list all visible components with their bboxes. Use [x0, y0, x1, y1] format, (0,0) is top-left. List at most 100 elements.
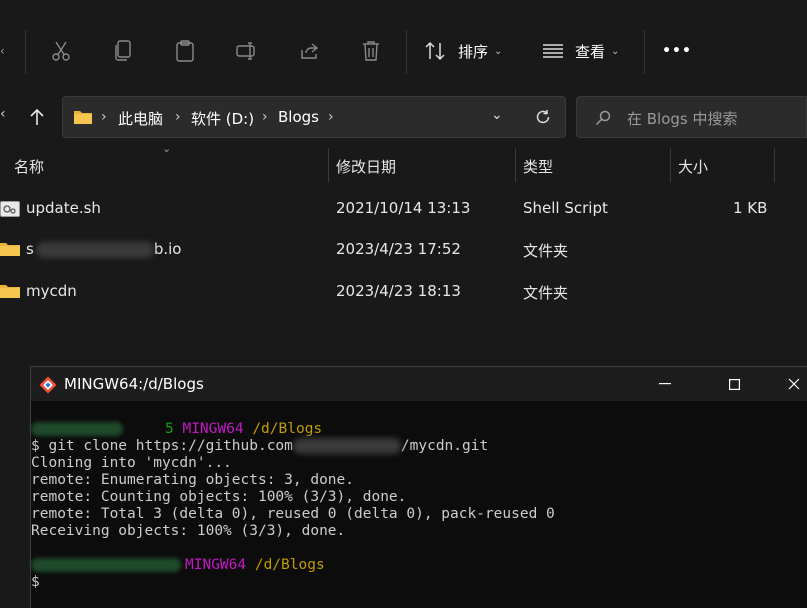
view-button[interactable]: 查看 ⌄ — [542, 34, 628, 68]
column-divider[interactable] — [774, 148, 775, 182]
toolbar-divider — [644, 30, 645, 74]
terminal-input-prompt[interactable]: $ — [31, 574, 40, 591]
redacted-region — [31, 422, 123, 436]
chevron-down-icon: ⌄ — [494, 45, 503, 57]
file-type: Shell Script — [523, 199, 608, 217]
terminal-output-line: remote: Total 3 (delta 0), reused 0 (del… — [31, 506, 555, 522]
cut-button[interactable] — [44, 34, 78, 68]
file-row[interactable]: mycdn 2023/4/23 18:13 文件夹 — [0, 272, 807, 312]
git-bash-icon — [39, 376, 57, 394]
terminal-prompt-line: 5 MINGW64 /d/Blogs — [31, 421, 322, 438]
terminal-prompt-line: MINGW64 /d/Blogs — [31, 557, 325, 574]
column-header-modified[interactable]: 修改日期 — [336, 156, 396, 177]
file-name-suffix: b.io — [153, 240, 182, 258]
terminal-command-line: $ git clone https://github.com/mycdn.git — [31, 438, 488, 455]
prompt-user-tail: 5 — [165, 421, 174, 437]
mingw64-terminal-window[interactable]: MINGW64:/d/Blogs 5 MINGW64 /d/Blogs $ gi… — [30, 366, 807, 608]
column-header-name[interactable]: 名称 — [14, 156, 44, 177]
trash-icon — [363, 41, 379, 61]
sort-label: 排序 — [458, 42, 489, 61]
file-name: mycdn — [26, 282, 77, 300]
sort-button[interactable]: 排序 ⌄ — [424, 34, 510, 68]
minimize-button[interactable] — [642, 367, 688, 401]
maximize-button[interactable] — [711, 367, 757, 401]
column-header-type[interactable]: 类型 — [523, 156, 553, 177]
script-file-icon — [0, 201, 20, 217]
sort-chevron-icon: ⌄ — [162, 142, 172, 155]
prompt-path: /d/Blogs — [254, 557, 325, 573]
view-list-icon — [543, 44, 563, 58]
column-divider[interactable] — [328, 148, 329, 182]
terminal-title: MINGW64:/d/Blogs — [64, 375, 204, 393]
toolbar-divider — [25, 30, 26, 74]
command-prefix: $ git clone https://github.com — [31, 438, 293, 454]
up-button[interactable] — [24, 104, 50, 130]
search-placeholder: 在 Blogs 中搜索 — [627, 110, 738, 128]
redacted-region — [31, 558, 181, 572]
more-options-button[interactable]: ••• — [660, 34, 694, 68]
chevron-right-icon: › — [328, 109, 334, 125]
share-icon — [301, 43, 319, 59]
redacted-region — [35, 241, 154, 258]
view-label: 查看 — [575, 42, 606, 61]
chevron-down-icon: ⌄ — [611, 45, 620, 57]
file-modified: 2021/10/14 13:13 — [336, 199, 471, 217]
refresh-icon[interactable] — [535, 109, 551, 125]
redacted-region — [292, 438, 401, 454]
file-row[interactable]: update.sh 2021/10/14 13:13 Shell Script … — [0, 189, 807, 229]
terminal-output-line: Receiving objects: 100% (3/3), done. — [31, 523, 346, 539]
more-icon: ••• — [662, 43, 692, 59]
chevron-left-icon[interactable]: ‹ — [0, 106, 6, 122]
rename-icon — [236, 42, 255, 60]
chevron-right-icon: › — [262, 109, 268, 125]
prompt-host: MINGW64 — [182, 421, 244, 437]
clipboard-icon — [176, 40, 194, 62]
file-name: s b.io — [26, 240, 181, 258]
close-icon — [788, 378, 800, 390]
file-modified: 2023/4/23 17:52 — [336, 240, 461, 258]
scissors-icon — [52, 41, 70, 61]
file-name-prefix: s — [26, 240, 34, 258]
address-history-dropdown[interactable]: ⌄ — [491, 107, 503, 123]
maximize-icon — [728, 378, 740, 390]
chevron-left-icon[interactable]: ‹ — [0, 44, 5, 58]
command-suffix: /mycdn.git — [400, 438, 489, 454]
terminal-title-bar[interactable]: MINGW64:/d/Blogs — [31, 367, 807, 401]
breadcrumb-this-pc[interactable]: 此电脑 — [118, 108, 163, 129]
share-button[interactable] — [292, 34, 326, 68]
terminal-output-line: Cloning into 'mycdn'... — [31, 455, 232, 471]
column-divider[interactable] — [670, 148, 671, 182]
prompt-path: /d/Blogs — [252, 421, 323, 437]
folder-icon — [0, 285, 20, 298]
rename-button[interactable] — [230, 34, 264, 68]
delete-button[interactable] — [354, 34, 388, 68]
address-bar[interactable]: › 此电脑 › 软件 (D:) › Blogs › ⌄ — [62, 96, 566, 138]
file-size: 1 KB — [733, 199, 768, 217]
file-type: 文件夹 — [523, 242, 569, 260]
arrow-up-icon — [30, 108, 44, 125]
terminal-output-line: remote: Counting objects: 100% (3/3), do… — [31, 489, 407, 505]
copy-icon — [115, 40, 131, 61]
sort-icon — [425, 41, 445, 61]
navigation-row: ‹ › 此电脑 › 软件 (D:) › Blogs › ⌄ 在 Blogs 中搜… — [0, 94, 807, 140]
file-name: update.sh — [26, 199, 101, 217]
search-box[interactable]: 在 Blogs 中搜索 — [576, 96, 807, 138]
chevron-right-icon: › — [175, 109, 181, 125]
toolbar-divider — [406, 30, 407, 74]
column-divider[interactable] — [515, 148, 516, 182]
copy-button[interactable] — [106, 34, 140, 68]
terminal-output-line: remote: Enumerating objects: 3, done. — [31, 472, 355, 488]
explorer-toolbar: ‹ 排序 ⌄ 查看 ⌄ ••• — [0, 0, 807, 88]
chevron-right-icon: › — [101, 109, 107, 125]
prompt-host: MINGW64 — [185, 557, 247, 573]
column-header-size[interactable]: 大小 — [678, 156, 708, 177]
folder-icon — [74, 111, 92, 124]
paste-button[interactable] — [168, 34, 202, 68]
breadcrumb-drive-d[interactable]: 软件 (D:) — [191, 108, 254, 129]
breadcrumb-blogs[interactable]: Blogs — [278, 108, 319, 126]
search-icon — [595, 110, 611, 126]
file-row[interactable]: s b.io 2023/4/23 17:52 文件夹 — [0, 230, 807, 270]
file-type: 文件夹 — [523, 284, 569, 302]
close-button[interactable] — [771, 367, 807, 401]
file-modified: 2023/4/23 18:13 — [336, 282, 461, 300]
